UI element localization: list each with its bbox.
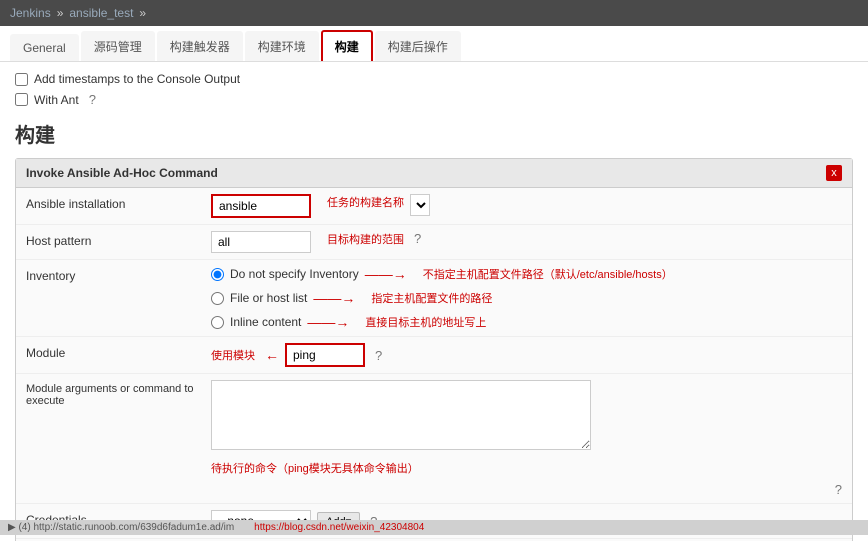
ansible-installation-row: Ansible installation 任务的构建名称 [16, 188, 852, 225]
tab-bar: General 源码管理 构建触发器 构建环境 构建 构建后操作 [0, 26, 868, 62]
tab-post-build[interactable]: 构建后操作 [375, 31, 461, 61]
sep2: » [139, 6, 146, 20]
inventory-option-1-label: Do not specify Inventory [230, 267, 359, 281]
jenkins-link[interactable]: Jenkins [10, 6, 51, 20]
checkbox-ant-row: With Ant ? [15, 92, 853, 107]
ant-help-icon[interactable]: ? [89, 92, 96, 107]
module-input[interactable] [285, 343, 365, 367]
main-content: Add timestamps to the Console Output Wit… [0, 62, 868, 541]
host-pattern-input[interactable] [211, 231, 311, 253]
inventory-arrow-2: ——→ [313, 290, 355, 306]
module-args-help-icon[interactable]: ? [835, 482, 842, 497]
project-link[interactable]: ansible_test [69, 6, 133, 20]
inventory-radio-1[interactable] [211, 268, 224, 281]
checkbox-ant[interactable] [15, 93, 28, 106]
inventory-arrow-3: ——→ [307, 314, 349, 330]
module-args-textarea[interactable] [211, 380, 591, 450]
tab-build-env[interactable]: 构建环境 [245, 31, 319, 61]
host-pattern-help-icon[interactable]: ? [414, 231, 421, 246]
tab-build-triggers[interactable]: 构建触发器 [157, 31, 243, 61]
tab-build[interactable]: 构建 [321, 30, 373, 61]
module-label-text: Module [26, 346, 65, 360]
inventory-radio-1-row: Do not specify Inventory ——→ 不指定主机配置文件路径… [211, 266, 673, 282]
inventory-radio-2-row: File or host list ——→ 指定主机配置文件的路径 [211, 290, 492, 306]
checkbox-ant-label: With Ant [34, 93, 79, 107]
module-row: Module 使用模块 ← ? [16, 337, 852, 374]
host-pattern-label: Host pattern [26, 231, 211, 248]
host-pattern-row: Host pattern 目标构建的范围 ? [16, 225, 852, 260]
host-pattern-annotation: 目标构建的范围 [327, 231, 404, 247]
inventory-radio-2[interactable] [211, 292, 224, 305]
module-args-annotation: 待执行的命令（ping模块无具体命令输出） [211, 460, 419, 476]
build-panel: Invoke Ansible Ad-Hoc Command x Ansible … [15, 158, 853, 541]
module-annotation-arrow: ← [265, 347, 279, 363]
url-right: https://blog.csdn.net/weixin_42304804 [254, 522, 424, 533]
url-bar: ▶ (4) http://static.runoob.com/639d6fadu… [0, 520, 868, 535]
checkbox-timestamps-row: Add timestamps to the Console Output [15, 72, 853, 86]
inventory-label: Inventory [26, 266, 211, 283]
inventory-arrow-1: ——→ [365, 266, 407, 282]
inventory-radio-3[interactable] [211, 316, 224, 329]
inventory-option-2-label: File or host list [230, 291, 307, 305]
module-args-label: Module arguments or command to execute [26, 380, 211, 407]
panel-title: Invoke Ansible Ad-Hoc Command [26, 166, 218, 180]
checkbox-timestamps[interactable] [15, 73, 28, 86]
inventory-annotation-2: 指定主机配置文件的路径 [371, 290, 492, 306]
breadcrumb-bar: Jenkins » ansible_test » [0, 0, 868, 26]
url-left: ▶ (4) http://static.runoob.com/639d6fadu… [8, 522, 234, 533]
section-title: 构建 [15, 119, 853, 148]
module-args-controls: 待执行的命令（ping模块无具体命令输出） ? [211, 380, 842, 497]
inventory-annotation-1: 不指定主机配置文件路径（默认/etc/ansible/hosts） [423, 266, 673, 282]
ansible-installation-select[interactable] [410, 194, 430, 216]
ansible-installation-annotation: 任务的构建名称 [327, 194, 404, 210]
tab-source-mgmt[interactable]: 源码管理 [81, 31, 155, 61]
module-controls: 使用模块 ← ? [211, 343, 842, 367]
module-label: Module [26, 343, 211, 360]
inventory-controls: Do not specify Inventory ——→ 不指定主机配置文件路径… [211, 266, 842, 330]
module-use-annotation: 使用模块 [211, 347, 255, 363]
ansible-installation-controls: 任务的构建名称 [211, 194, 842, 218]
ansible-installation-label: Ansible installation [26, 194, 211, 211]
host-pattern-controls: 目标构建的范围 ? [211, 231, 842, 253]
inventory-annotation-3: 直接目标主机的地址写上 [365, 314, 486, 330]
inventory-row: Inventory Do not specify Inventory ——→ 不… [16, 260, 852, 337]
inventory-option-3-label: Inline content [230, 315, 301, 329]
sep1: » [57, 6, 64, 20]
checkbox-timestamps-label: Add timestamps to the Console Output [34, 72, 240, 86]
module-help-icon[interactable]: ? [375, 348, 382, 363]
ansible-installation-input[interactable] [211, 194, 311, 218]
tab-general[interactable]: General [10, 34, 79, 61]
inventory-radio-3-row: Inline content ——→ 直接目标主机的地址写上 [211, 314, 486, 330]
panel-close-button[interactable]: x [826, 165, 842, 181]
module-args-row: Module arguments or command to execute 待… [16, 374, 852, 504]
panel-header: Invoke Ansible Ad-Hoc Command x [16, 159, 852, 188]
